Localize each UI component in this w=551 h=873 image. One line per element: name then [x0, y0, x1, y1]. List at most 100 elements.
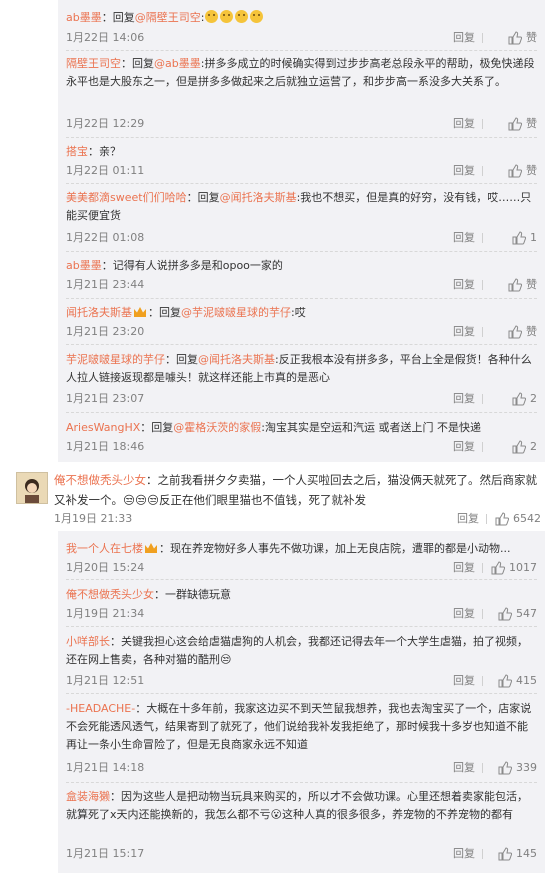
like-count: 赞	[526, 164, 537, 177]
reply-meta: 1月21日 23:44 回复 赞	[66, 277, 537, 293]
reply-date: 1月22日 01:08	[66, 231, 145, 244]
like-button[interactable]: 145	[487, 846, 537, 862]
thumbs-up-icon	[498, 847, 512, 861]
emoji-icon	[220, 10, 234, 23]
reply-body: ：关键我担心这会给虐猫虐狗的人机会，我都还记得去年一个大学生虐猫，拍了视频，还在…	[66, 635, 528, 666]
reply-text: 美美都滴sweet们们哈哈：回复@闻托洛夫斯基:我也不想买，但是真的好穷，没有钱…	[66, 189, 537, 225]
like-button[interactable]: 1	[487, 230, 537, 246]
thumbs-up-icon	[508, 325, 522, 339]
like-button[interactable]: 2	[487, 439, 537, 455]
reply-button[interactable]: 回复	[453, 163, 475, 179]
like-button[interactable]: 赞	[487, 116, 537, 132]
reply-date: 1月21日 15:17	[66, 847, 145, 860]
reply-button[interactable]: 回复	[453, 230, 475, 246]
comment-text: 俺不想做秃头少女：之前我看拼夕夕卖猫，一个人买啦回去之后，猫没俩天就死了。然后商…	[54, 470, 541, 510]
like-button[interactable]: 1017	[487, 560, 537, 576]
reply-author[interactable]: 芋泥啵啵星球的芋仔	[66, 353, 165, 366]
reply-button[interactable]: 回复	[453, 30, 475, 46]
avatar[interactable]	[16, 472, 48, 504]
divider	[66, 412, 537, 413]
reply-author[interactable]: AriesWangHX	[66, 421, 140, 434]
reply-button[interactable]: 回复	[453, 560, 475, 576]
reply-date: 1月22日 12:29	[66, 117, 145, 130]
divider	[482, 33, 483, 43]
like-count: 赞	[526, 31, 537, 44]
reply-author[interactable]: 我一个人在七楼	[66, 542, 143, 555]
reply-meta: 1月22日 01:11 回复 赞	[66, 163, 537, 179]
mention-link[interactable]: @闻托洛夫斯基	[198, 353, 275, 366]
reply-text: AriesWangHX：回复@霍格沃茨的家假:淘宝其实是空运和汽运 或者送上门 …	[66, 419, 537, 437]
reply-body: :哎	[291, 306, 306, 319]
reply-author[interactable]: ab墨墨	[66, 11, 102, 24]
like-count: 547	[516, 607, 537, 620]
reply-meta: 1月22日 01:08 回复 1	[66, 230, 537, 246]
divider	[482, 166, 483, 176]
like-count: 2	[530, 440, 537, 453]
reply-author[interactable]: 美美都滴sweet们们哈哈	[66, 191, 187, 204]
reply-button[interactable]: 回复	[453, 606, 475, 622]
like-count: 6542	[513, 512, 541, 525]
reply-author[interactable]: 闻托洛夫斯基	[66, 306, 132, 319]
like-button[interactable]: 415	[487, 673, 537, 689]
divider	[482, 849, 483, 859]
like-count: 415	[516, 674, 537, 687]
reply-text: -HEADACHE-：大概在十多年前，我家这边买不到天竺鼠我想养，我也去淘宝买了…	[66, 700, 537, 754]
comment-author[interactable]: 俺不想做秃头少女	[54, 473, 146, 487]
comment-meta: 1月19日 21:33 回复 6542	[54, 511, 541, 527]
like-button[interactable]: 6542	[491, 511, 541, 527]
emoji-icon	[205, 10, 219, 23]
reply-meta: 1月20日 15:24 回复 1017	[66, 560, 537, 576]
reply-text: 搭宝：亲？	[66, 143, 537, 161]
mention-link[interactable]: @隔壁王司空	[135, 11, 201, 24]
reply-button[interactable]: 回复	[453, 324, 475, 340]
mention-link[interactable]: @闻托洛夫斯基	[220, 191, 297, 204]
reply-body: ：回复	[148, 306, 181, 319]
reply-body: ：回复	[121, 57, 154, 70]
reply-item: ab墨墨：回复@隔壁王司空: 1月22日 14:06 回复 赞	[66, 9, 537, 47]
reply-author[interactable]: 搭宝	[66, 145, 88, 158]
reply-author[interactable]: -HEADACHE-	[66, 702, 135, 715]
reply-meta: 1月21日 23:07 回复 2	[66, 391, 537, 407]
divider	[482, 609, 483, 619]
like-button[interactable]: 2	[487, 391, 537, 407]
reply-text: 俺不想做秃头少女：一群缺德玩意	[66, 586, 537, 604]
reply-date: 1月21日 23:44	[66, 278, 145, 291]
mention-link[interactable]: @ab墨墨	[154, 57, 201, 70]
reply-body: ：回复	[165, 353, 198, 366]
reply-item: 盒装海獭：因为这些人是把动物当玩具来购买的，所以才不会做功课。心里还想着卖家能包…	[66, 788, 537, 866]
reply-author[interactable]: 隔壁王司空	[66, 57, 121, 70]
reply-button[interactable]: 回复	[453, 846, 475, 862]
like-button[interactable]: 赞	[487, 30, 537, 46]
reply-button[interactable]: 回复	[453, 673, 475, 689]
reply-button[interactable]: 回复	[453, 116, 475, 132]
reply-body: ：一群缺德玩意	[154, 588, 231, 601]
like-button[interactable]: 赞	[487, 163, 537, 179]
like-button[interactable]: 赞	[487, 277, 537, 293]
divider	[66, 579, 537, 580]
reply-author[interactable]: 小咩部长	[66, 635, 110, 648]
reply-author[interactable]: 盒装海獭	[66, 790, 110, 803]
reply-button[interactable]: 回复	[453, 760, 475, 776]
divider	[66, 626, 537, 627]
comment-date: 1月19日 21:33	[54, 512, 133, 525]
reply-button[interactable]: 回复	[453, 391, 475, 407]
reply-button[interactable]: 回复	[453, 277, 475, 293]
reply-author[interactable]: ab墨墨	[66, 259, 102, 272]
reply-button[interactable]: 回复	[453, 439, 475, 455]
thumbs-up-icon	[491, 561, 505, 575]
reply-author[interactable]: 俺不想做秃头少女	[66, 588, 154, 601]
thumbs-up-icon	[508, 164, 522, 178]
divider	[482, 563, 483, 573]
divider	[482, 327, 483, 337]
reply-date: 1月19日 21:34	[66, 607, 145, 620]
reply-button[interactable]: 回复	[457, 511, 479, 527]
reply-body: :淘宝其实是空运和汽运 或者送上门 不是快递	[261, 421, 481, 434]
like-button[interactable]: 赞	[487, 324, 537, 340]
like-count: 2	[530, 392, 537, 405]
like-button[interactable]: 339	[487, 760, 537, 776]
mention-link[interactable]: @霍格沃茨的家假	[173, 421, 261, 434]
reply-meta: 1月21日 18:46 回复 2	[66, 439, 537, 455]
mention-link[interactable]: @芋泥啵啵星球的芋仔	[181, 306, 291, 319]
like-button[interactable]: 547	[487, 606, 537, 622]
thumbs-up-icon	[498, 674, 512, 688]
